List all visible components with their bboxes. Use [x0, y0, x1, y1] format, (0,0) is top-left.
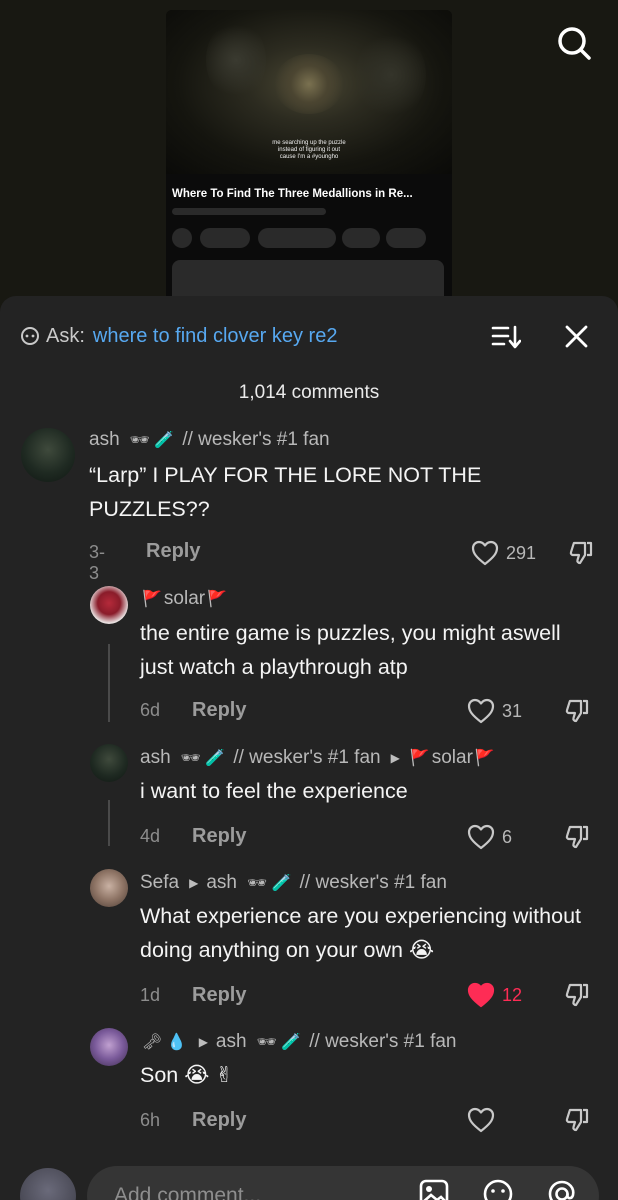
- heart-icon[interactable]: [471, 540, 499, 566]
- flag-icon: 🚩: [142, 591, 162, 608]
- author-name[interactable]: ash: [89, 429, 120, 451]
- author-emoji: 🕶 🧪: [180, 750, 226, 767]
- flag-icon: 🚩: [207, 591, 228, 608]
- skeleton-chip: [386, 228, 426, 248]
- comments-count: 1,014 comments: [238, 382, 380, 403]
- comment-author[interactable]: 🚩 solar 🚩: [140, 588, 229, 610]
- like-count: 6: [502, 827, 513, 847]
- skeleton-chip: [200, 228, 250, 248]
- sort-icon[interactable]: [491, 324, 521, 350]
- author-emoji: 🕶 🧪: [246, 875, 292, 892]
- comment-input-bar: [0, 1162, 618, 1200]
- heart-icon[interactable]: [467, 824, 495, 850]
- video-card[interactable]: me searching up the puzzle instead of fi…: [166, 10, 452, 310]
- comment-text: the entire game is puzzles, you might as…: [140, 621, 561, 679]
- author-suffix: // wesker's #1 fan: [309, 1031, 457, 1052]
- search-icon[interactable]: [556, 26, 592, 62]
- flag-icon: 🚩: [409, 750, 430, 767]
- comment-author[interactable]: Sefa ▶ ash 🕶 🧪 // wesker's #1 fan: [140, 872, 447, 894]
- heart-icon[interactable]: [467, 698, 495, 724]
- video-caption: me searching up the puzzle instead of fi…: [166, 140, 452, 161]
- comment-date: 1d: [140, 985, 161, 1005]
- dislike-icon[interactable]: [564, 982, 590, 1008]
- like-count: 31: [502, 701, 523, 721]
- emoji-icon[interactable]: [482, 1178, 514, 1200]
- thread-line: [108, 800, 110, 846]
- comment-date: 6d: [140, 700, 161, 720]
- author-suffix: // wesker's #1 fan: [182, 429, 330, 450]
- dislike-icon[interactable]: [564, 1107, 590, 1133]
- reply-to-name[interactable]: ash: [206, 872, 237, 894]
- reply-button[interactable]: Reply: [192, 984, 246, 1007]
- skeleton-line: [172, 208, 326, 215]
- heart-icon[interactable]: [467, 1107, 495, 1133]
- caption-line: instead of figuring it out: [277, 147, 341, 153]
- author-name[interactable]: solar: [164, 588, 205, 610]
- reply-arrow-icon: ▶: [390, 751, 400, 765]
- reply-button[interactable]: Reply: [192, 699, 246, 722]
- flag-icon: 🚩: [474, 750, 495, 767]
- skeleton-chip: [258, 228, 336, 248]
- like-count: 12: [502, 985, 523, 1005]
- dislike-icon[interactable]: [564, 698, 590, 724]
- ai-search-icon: [21, 327, 39, 345]
- comments-sheet: Ask: where to find clover key re2 1,014 …: [0, 296, 618, 1200]
- author-suffix: // wesker's #1 fan: [233, 747, 381, 768]
- ask-label: Ask:: [46, 324, 85, 347]
- comment-author[interactable]: 🗝 💧 ▶ ash 🕶 🧪 // wesker's #1 fan: [140, 1031, 457, 1053]
- author-emoji: 🕶 🧪: [129, 432, 175, 449]
- my-avatar[interactable]: [20, 1168, 76, 1200]
- reply-button[interactable]: Reply: [146, 540, 200, 563]
- image-icon[interactable]: [418, 1178, 450, 1200]
- author-emoji: 🗝 💧: [142, 1034, 187, 1051]
- heart-filled-icon[interactable]: [467, 982, 495, 1008]
- reply-to-name[interactable]: solar: [432, 747, 473, 769]
- caption-line: me searching up the puzzle: [272, 140, 346, 146]
- comment-date: 3-3: [89, 542, 106, 583]
- avatar[interactable]: [21, 428, 75, 482]
- comment-date: 6h: [140, 1110, 161, 1130]
- reply-to-name[interactable]: ash: [216, 1031, 247, 1053]
- comment-date: 4d: [140, 826, 161, 846]
- comment-text: i want to feel the experience: [140, 779, 408, 803]
- skeleton-chip: [342, 228, 380, 248]
- reply-button[interactable]: Reply: [192, 825, 246, 848]
- like-count: 291: [506, 543, 537, 563]
- mention-icon[interactable]: [546, 1178, 578, 1200]
- close-icon[interactable]: [563, 323, 590, 350]
- avatar[interactable]: [90, 1028, 128, 1066]
- video-title[interactable]: Where To Find The Three Medallions in Re…: [172, 188, 413, 200]
- comment-text: “Larp” I PLAY FOR THE LORE NOT THE PUZZL…: [89, 463, 482, 521]
- avatar[interactable]: [90, 586, 128, 624]
- avatar[interactable]: [90, 744, 128, 782]
- dislike-icon[interactable]: [568, 540, 594, 566]
- author-name[interactable]: ash: [140, 747, 171, 769]
- reply-arrow-icon: ▶: [198, 1035, 208, 1049]
- author-suffix: // wesker's #1 fan: [299, 872, 447, 893]
- comment-text: Son 😭 ✌: [140, 1063, 234, 1087]
- comment-author[interactable]: ash 🕶 🧪 // wesker's #1 fan: [89, 429, 330, 451]
- comment-author[interactable]: ash 🕶 🧪 // wesker's #1 fan ▶ 🚩 solar 🚩: [140, 747, 497, 769]
- author-name[interactable]: Sefa: [140, 872, 179, 894]
- thread-line: [108, 644, 110, 722]
- dislike-icon[interactable]: [564, 824, 590, 850]
- ask-row[interactable]: Ask: where to find clover key re2: [20, 323, 337, 349]
- ask-query-link[interactable]: where to find clover key re2: [93, 325, 338, 348]
- comment-text: What experience are you experiencing wit…: [140, 904, 582, 962]
- comment-input[interactable]: [87, 1166, 599, 1200]
- skeleton-chip: [172, 228, 192, 248]
- reply-arrow-icon: ▶: [189, 876, 199, 890]
- reply-button[interactable]: Reply: [192, 1109, 246, 1132]
- author-emoji: 🕶 🧪: [256, 1034, 302, 1051]
- avatar[interactable]: [90, 869, 128, 907]
- caption-line: cause I'm a #youngho: [279, 154, 339, 160]
